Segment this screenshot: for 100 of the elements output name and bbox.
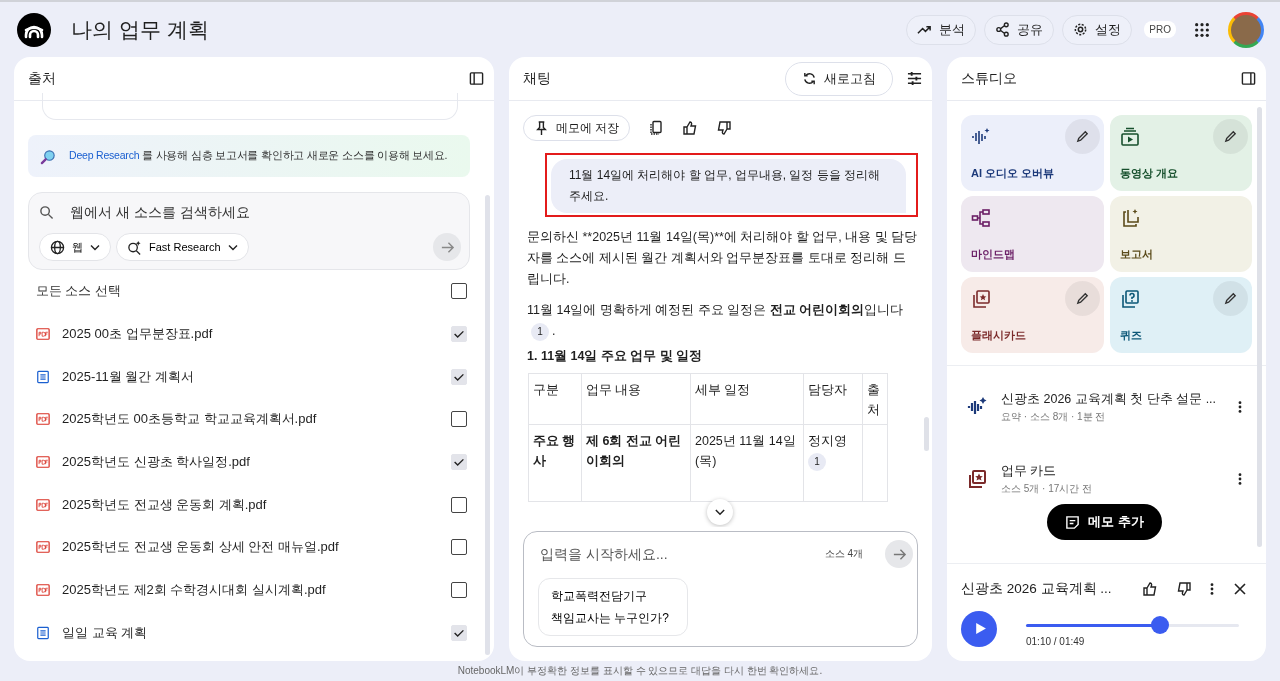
deep-research-link[interactable]: Deep Research [69, 149, 140, 161]
answer-heading: 1. 11월 14일 주요 업무 및 일정 [527, 348, 704, 365]
tile-label: AI 오디오 오버뷰 [971, 166, 1056, 181]
table-header-cell: 담당자 [803, 373, 863, 425]
notebook-title: 나의 업무 계획 [71, 16, 209, 43]
send-button[interactable] [885, 540, 913, 568]
source-name[interactable]: 2025 00초 업무분장표.pdf [62, 325, 451, 344]
studio-tile[interactable]: 퀴즈 [1109, 277, 1252, 353]
note-icon [1065, 514, 1081, 530]
collapse-panel-icon[interactable] [469, 71, 484, 86]
table-header-cell: 세부 일정 [690, 373, 804, 425]
avatar[interactable] [1228, 11, 1264, 48]
pdf-file-icon [36, 412, 50, 427]
play-button[interactable] [961, 610, 997, 647]
pdf-file-icon [36, 455, 50, 470]
pdf-file-icon [36, 540, 50, 555]
scrollbar[interactable] [485, 195, 490, 655]
header-action-button[interactable]: 분석 [906, 14, 977, 45]
citation-badge[interactable]: 1 [531, 322, 549, 341]
banner-text: Deep Research 를 사용해 심층 보고서를 확인하고 새로운 소스를 이용해 보세요. [69, 149, 448, 163]
edit-button[interactable] [1213, 281, 1248, 316]
note-meta: 소스 5개 · 17시간 전 [1001, 481, 1094, 496]
checkbox[interactable] [451, 539, 467, 556]
more-options-icon[interactable] [1210, 582, 1214, 596]
share-icon [995, 22, 1011, 37]
search-option-dropdown[interactable]: Fast Research [116, 233, 249, 261]
progress-slider[interactable] [1026, 616, 1239, 634]
disclaimer-text: NotebookLM이 부정확한 정보를 표시할 수 있으므로 대답을 다시 한번 확인하세요. [456, 664, 824, 678]
tile-label: 플래시카드 [971, 328, 1027, 343]
pencil-icon [1223, 291, 1238, 306]
magnifier-icon [40, 147, 57, 165]
answer-paragraph: 문의하신 **2025년 11월 14일(목)**에 처리해야 할 업무, 내용 및 담당자를 소스에 제시된 월간 계획서와 업무분장표를 토대로 정리해 드립니다. [527, 229, 918, 288]
source-name[interactable]: 2025학년도 제2회 수학경시대회 실시계획.pdf [62, 581, 451, 600]
source-name[interactable]: 일일 교육 계획 [62, 623, 451, 642]
source-name[interactable]: 2025학년도 00초등학교 학교교육계획서.pdf [62, 410, 451, 429]
user-message: 11월 14일에 처리해야 할 업무, 업무내용, 일정 등을 정리해주세요. [551, 159, 906, 213]
sliders-icon[interactable] [907, 71, 922, 86]
note-title[interactable]: 업무 카드 [1001, 462, 1224, 480]
globe-icon [50, 239, 65, 255]
caret-icon [90, 243, 100, 251]
table-cell-text: 정지영 [808, 433, 848, 450]
period-text: . [552, 323, 556, 340]
tile-label: 마인드맵 [971, 247, 1016, 262]
more-options-icon[interactable] [1238, 400, 1242, 414]
source-count: 소스 4개 [824, 547, 863, 561]
apps-grid-icon[interactable] [1194, 21, 1210, 38]
video-stack-icon [1119, 127, 1140, 147]
answer-paragraph: 11월 14일에 명확하게 예정된 주요 일정은 전교 어린이회의입니다 [527, 302, 905, 319]
source-name[interactable]: 2025학년도 전교생 운동회 계획.pdf [62, 495, 451, 514]
search-option-dropdown[interactable]: 웹 [39, 233, 111, 261]
tile-label: 보고서 [1119, 247, 1154, 262]
close-icon[interactable] [1232, 581, 1248, 597]
copy-icon[interactable] [648, 120, 665, 136]
slider-thumb[interactable] [1151, 616, 1170, 634]
source-name[interactable]: 2025-11월 월간 계획서 [62, 367, 451, 386]
note-title[interactable]: 신광초 2026 교육계획 첫 단추 설문 ... [1001, 390, 1224, 408]
checkbox[interactable] [451, 496, 467, 513]
pdf-file-icon [36, 497, 50, 512]
collapse-panel-icon[interactable] [1241, 71, 1256, 86]
playback-time: 01:10 / 01:49 [1026, 636, 1086, 647]
save-to-note-button[interactable]: 메모에 저장 [523, 115, 631, 141]
pencil-icon [1074, 129, 1090, 144]
studio-tile[interactable]: AI 오디오 오버뷰 [961, 115, 1104, 191]
thumbs-up-icon[interactable] [682, 120, 699, 136]
edit-button[interactable] [1213, 119, 1248, 154]
scrollbar[interactable] [1257, 107, 1262, 547]
studio-tile[interactable]: 마인드맵 [961, 196, 1104, 272]
edit-button[interactable] [1064, 281, 1100, 316]
panel-title: 출처 [28, 69, 56, 88]
thumbs-down-icon[interactable] [716, 120, 733, 136]
studio-tile[interactable]: 동영상 개요 [1109, 115, 1252, 191]
note-meta: 요약 · 소스 8개 · 1분 전 [1001, 409, 1107, 424]
citation-badge[interactable]: 1 [808, 453, 826, 471]
studio-tile[interactable]: 보고서 [1109, 196, 1252, 272]
flashcard-icon [971, 289, 991, 309]
header-action-button[interactable]: 설정 [1062, 14, 1133, 45]
submit-arrow-button[interactable] [433, 233, 461, 261]
chat-input-field[interactable]: 입력을 시작하세요... [538, 545, 815, 563]
tile-label: 동영상 개요 [1119, 166, 1179, 181]
edit-button[interactable] [1064, 119, 1100, 154]
player-title: 신광초 2026 교육계획 ... [961, 580, 1113, 598]
more-options-icon[interactable] [1238, 472, 1242, 486]
studio-tile[interactable]: 플래시카드 [961, 277, 1104, 353]
thumbs-down-icon[interactable] [1176, 581, 1192, 597]
source-name[interactable]: 2025학년도 신광초 학사일정.pdf [62, 453, 451, 472]
checkbox[interactable] [451, 283, 467, 300]
refresh-button[interactable]: 새로고침 [785, 61, 893, 96]
scrollbar[interactable] [924, 417, 929, 451]
play-icon [973, 622, 987, 635]
pdf-file-icon [36, 327, 50, 342]
header-action-button[interactable]: 공유 [984, 14, 1055, 45]
add-note-button[interactable]: 메모 추가 [1047, 504, 1162, 540]
thumbs-up-icon[interactable] [1142, 581, 1158, 597]
scroll-down-button[interactable] [707, 499, 733, 525]
suggested-question-button[interactable]: 학교폭력전담기구 책임교사는 누구인가? [538, 578, 688, 636]
source-name[interactable]: 2025학년도 전교생 운동회 상세 안전 매뉴얼.pdf [62, 538, 451, 557]
checkbox[interactable] [451, 582, 467, 599]
search-field[interactable]: 웹에서 새 소스를 검색하세요 [68, 203, 461, 221]
mind-map-icon [971, 208, 991, 228]
checkbox[interactable] [451, 411, 467, 428]
